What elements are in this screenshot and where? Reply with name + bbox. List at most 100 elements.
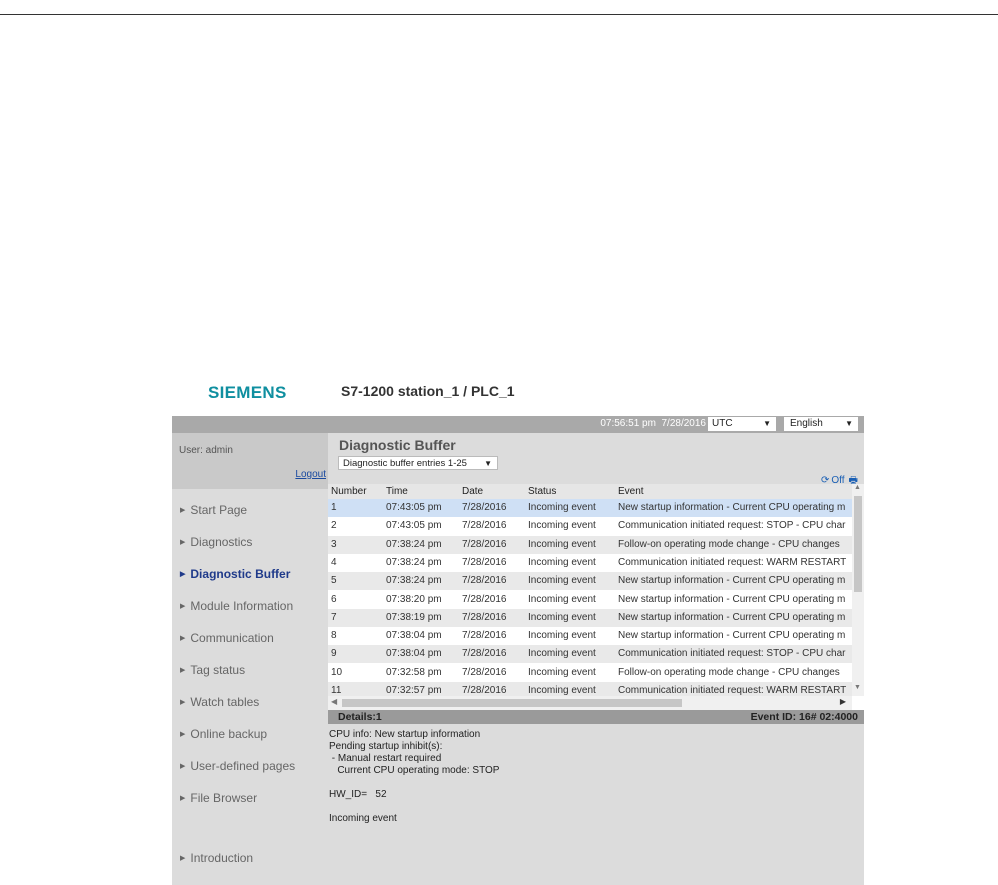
details-line: Current CPU operating mode: STOP — [329, 765, 500, 776]
sidebar-item-tag-status[interactable]: ▶ Tag status — [180, 663, 245, 677]
triangle-right-icon: ▶ — [180, 667, 186, 674]
sidebar-item-label: Introduction — [190, 851, 254, 865]
cell-time: 07:43:05 pm — [386, 502, 442, 513]
horizontal-scrollbar[interactable]: ◀ ▶ — [328, 696, 852, 710]
cell-time: 07:38:24 pm — [386, 556, 442, 568]
cell-date: 7/28/2016 — [462, 538, 507, 550]
table-row[interactable]: 8 07:38:04 pm 7/28/2016 Incoming event New s… — [328, 627, 852, 646]
sidebar-item-label: Tag status — [190, 663, 246, 677]
sidebar-item-label: Communication — [190, 631, 274, 645]
entries-select[interactable]: Diagnostic buffer entries 1-25 ▼ — [338, 456, 498, 470]
table-row[interactable]: 9 07:38:04 pm 7/28/2016 Incoming event Commu… — [328, 645, 852, 664]
cell-status: Incoming event — [528, 685, 596, 696]
main-content: Diagnostic Buffer Diagnostic buffer entr… — [328, 433, 864, 885]
table-row[interactable]: 10 07:32:58 pm 7/28/2016 Incoming event Foll… — [328, 663, 852, 682]
cell-event: Communication initiated request: WARM RE… — [618, 556, 847, 568]
timezone-select[interactable]: UTC ▼ — [708, 417, 776, 431]
user-label: User: admin — [179, 445, 233, 456]
triangle-right-icon: ▶ — [180, 855, 186, 862]
horizontal-scroll-thumb[interactable] — [342, 699, 682, 707]
sidebar-item-online-backup[interactable]: ▶ Online backup — [180, 727, 267, 741]
cell-status: Incoming event — [528, 630, 596, 642]
cell-event: Follow-on operating mode change - CPU ch… — [618, 666, 840, 678]
cell-status: Incoming event — [528, 538, 596, 550]
cell-time: 07:32:58 pm — [386, 666, 442, 678]
details-line — [329, 801, 499, 813]
cell-status: Incoming event — [528, 593, 596, 605]
scroll-right-icon[interactable]: ▶ — [840, 697, 846, 706]
sidebar-item-diagnostics[interactable]: ▶ Diagnostics — [180, 535, 252, 549]
scroll-left-icon[interactable]: ◀ — [331, 697, 337, 706]
sidebar-item-diagnostic-buffer[interactable]: ▶ Diagnostic Buffer — [180, 567, 290, 581]
scroll-up-icon[interactable]: ▲ — [854, 484, 861, 491]
cell-number: 7 — [331, 611, 337, 623]
details-line: Incoming event — [329, 813, 397, 824]
sidebar-item-file-browser[interactable]: ▶ File Browser — [180, 791, 257, 805]
table-row[interactable]: 5 07:38:24 pm 7/28/2016 Incoming event New s… — [328, 572, 852, 591]
cell-time: 07:38:04 pm — [386, 630, 442, 642]
sidebar-item-start-page[interactable]: ▶ Start Page — [180, 503, 247, 517]
table-row[interactable]: 4 07:38:24 pm 7/28/2016 Incoming event Commu… — [328, 553, 852, 572]
details-line — [329, 777, 499, 789]
cell-number: 9 — [331, 648, 337, 660]
cell-time: 07:32:57 pm — [386, 685, 442, 696]
table-row[interactable]: 3 07:38:24 pm 7/28/2016 Incoming event Follo… — [328, 535, 852, 554]
cell-date: 7/28/2016 — [462, 593, 507, 605]
triangle-right-icon: ▶ — [180, 731, 186, 738]
sidebar-item-communication[interactable]: ▶ Communication — [180, 631, 274, 645]
cell-number: 6 — [331, 593, 337, 605]
siemens-logo: SIEMENS — [208, 383, 287, 402]
triangle-right-icon: ▶ — [180, 763, 186, 770]
sidebar-item-user-defined-pages[interactable]: ▶ User-defined pages — [180, 759, 295, 773]
table-row[interactable]: 1 07:43:05 pm 7/28/2016 Incoming event New s… — [328, 499, 852, 517]
cell-date: 7/28/2016 — [462, 556, 507, 568]
language-select[interactable]: English ▼ — [784, 417, 858, 431]
diagnostic-table: Number Time Date Status Event 1 07:43:05 … — [328, 484, 864, 710]
triangle-right-icon: ▶ — [180, 507, 186, 514]
table-header: Number Time Date Status Event — [328, 484, 852, 499]
vertical-scrollbar[interactable]: ▲ ▼ — [852, 484, 864, 696]
sidebar-item-label: Diagnostics — [190, 535, 253, 549]
table-row[interactable]: 2 07:43:05 pm 7/28/2016 Incoming event Commu… — [328, 517, 852, 536]
cell-event: Communication initiated request: STOP - … — [618, 648, 846, 660]
header-event[interactable]: Event — [618, 486, 852, 497]
cell-date: 7/28/2016 — [462, 520, 507, 532]
vertical-scroll-thumb[interactable] — [854, 496, 862, 592]
sidebar-item-introduction[interactable]: ▶ Introduction — [180, 851, 253, 865]
triangle-right-icon: ▶ — [180, 795, 186, 802]
details-bar: Details:1 Event ID: 16# 02:4000 — [328, 710, 864, 724]
cell-status: Incoming event — [528, 666, 596, 678]
header-status[interactable]: Status — [528, 486, 556, 497]
cell-number: 4 — [331, 556, 337, 568]
sidebar-item-label: Diagnostic Buffer — [190, 567, 291, 581]
header-number[interactable]: Number — [331, 486, 367, 497]
sidebar: User: admin Logout ▶ Start Page ▶ Diagnosti… — [172, 433, 328, 885]
cell-number: 5 — [331, 575, 337, 587]
cell-date: 7/28/2016 — [462, 666, 507, 678]
header-time[interactable]: Time — [386, 486, 408, 497]
details-label: Details:1 — [338, 711, 382, 723]
cell-event: New startup information - Current CPU op… — [618, 575, 846, 587]
cell-number: 8 — [331, 630, 337, 642]
event-id: Event ID: 16# 02:4000 — [750, 711, 858, 723]
sidebar-item-watch-tables[interactable]: ▶ Watch tables — [180, 695, 259, 709]
cell-time: 07:43:05 pm — [386, 520, 442, 532]
sidebar-item-label: Start Page — [190, 503, 248, 517]
cell-date: 7/28/2016 — [462, 648, 507, 660]
logout-link[interactable]: Logout — [295, 469, 326, 480]
details-line: HW_ID= 52 — [329, 789, 387, 800]
cell-event: New startup information - Current CPU op… — [618, 502, 846, 513]
cell-number: 3 — [331, 538, 337, 550]
cell-event: New startup information - Current CPU op… — [618, 630, 846, 642]
cell-event: Communication initiated request: WARM RE… — [618, 685, 847, 696]
scroll-down-icon[interactable]: ▼ — [854, 684, 861, 691]
user-box: User: admin Logout — [172, 433, 328, 489]
cell-time: 07:38:19 pm — [386, 611, 442, 623]
details-line: - Manual restart required — [329, 753, 442, 764]
sidebar-item-module-information[interactable]: ▶ Module Information — [180, 599, 293, 613]
sidebar-item-label: Watch tables — [190, 695, 260, 709]
details-line: CPU info: New startup information — [329, 729, 481, 740]
header-date[interactable]: Date — [462, 486, 483, 497]
table-row[interactable]: 7 07:38:19 pm 7/28/2016 Incoming event New s… — [328, 608, 852, 627]
table-row[interactable]: 6 07:38:20 pm 7/28/2016 Incoming event New s… — [328, 590, 852, 609]
